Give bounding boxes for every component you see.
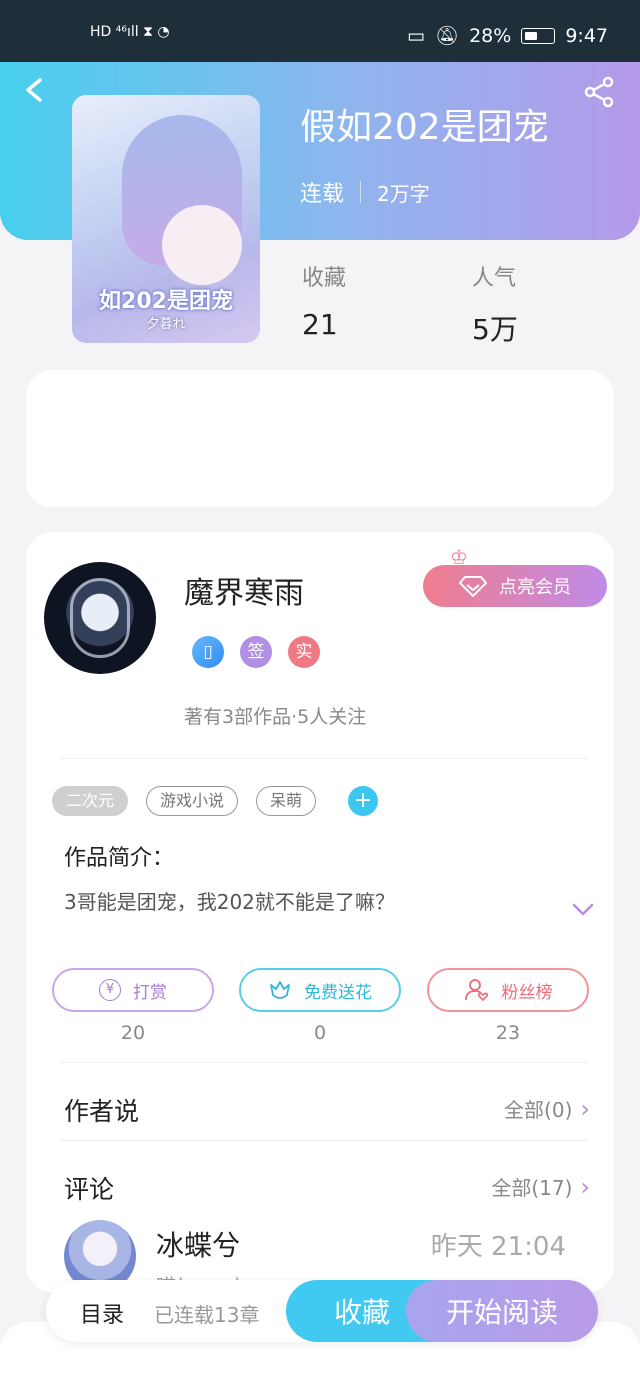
comment-time: 昨天 21:04 bbox=[430, 1232, 566, 1262]
status-left-indicators: HD ⁴⁶ıll ⧗ ◔ bbox=[90, 24, 170, 40]
chevron-right-icon: › bbox=[580, 1094, 590, 1123]
fan-user-icon bbox=[464, 979, 488, 1002]
word-count: 2万字 bbox=[377, 181, 430, 206]
comments-more-label: 全部(17) bbox=[491, 1176, 573, 1200]
tag-item[interactable]: 二次元 bbox=[52, 786, 129, 816]
comments-more[interactable]: 全部(17) › bbox=[491, 1172, 590, 1201]
chevron-down-icon[interactable] bbox=[570, 896, 596, 922]
intro-text: 3哥能是团宠，我202就不能是了嘛？ bbox=[64, 890, 395, 914]
blank-card bbox=[26, 370, 614, 507]
author-name[interactable]: 魔界寒雨 bbox=[184, 568, 304, 612]
meta-divider bbox=[360, 181, 362, 203]
divider bbox=[60, 1062, 588, 1063]
author-says-more-label: 全部(0) bbox=[504, 1098, 573, 1122]
diamond-icon bbox=[459, 576, 487, 597]
stat-value: 5万 bbox=[472, 313, 518, 346]
status-bar: HD ⁴⁶ıll ⧗ ◔ ▭ 🔕︎ 28% 9:47 bbox=[0, 0, 640, 62]
book-meta: 连载 2万字 bbox=[300, 176, 430, 208]
favorite-label: 收藏 bbox=[333, 1296, 390, 1329]
flower-count: 0 bbox=[313, 1022, 327, 1044]
stat-popularity: 人气 5万 bbox=[472, 260, 518, 348]
start-reading-button[interactable]: 开始阅读 bbox=[406, 1280, 598, 1342]
chevron-down-icon-svg bbox=[572, 903, 594, 916]
tag-item[interactable]: 呆萌 bbox=[256, 786, 317, 816]
book-cover[interactable]: 如202是团宠 夕暮れ bbox=[72, 95, 260, 343]
cover-illustration-face bbox=[162, 205, 242, 285]
catalog-button[interactable]: 目录 bbox=[80, 1297, 124, 1329]
reward-count: 20 bbox=[120, 1022, 146, 1044]
yen-icon: ¥ bbox=[99, 979, 121, 1001]
network-indicators: HD ⁴⁶ıll ⧗ ◔ bbox=[90, 24, 170, 40]
mute-icon: 🔕︎ bbox=[434, 25, 460, 47]
clock: 9:47 bbox=[565, 24, 608, 47]
chevron-right-icon: › bbox=[580, 1172, 590, 1201]
add-tag-icon[interactable]: + bbox=[348, 786, 379, 816]
back-chevron-icon[interactable] bbox=[20, 72, 50, 108]
fan-ranking-button[interactable]: 粉丝榜 bbox=[427, 968, 589, 1012]
cover-title: 如202是团宠 bbox=[99, 289, 233, 314]
tag-item[interactable]: 游戏小说 bbox=[146, 786, 239, 816]
real-name-icon: 实 bbox=[288, 636, 320, 668]
send-flower-button[interactable]: 免费送花 bbox=[239, 968, 401, 1012]
phone-verified-icon: ▯ bbox=[192, 636, 224, 668]
vip-label: 点亮会员 bbox=[499, 577, 571, 598]
stat-label: 人气 bbox=[472, 266, 517, 291]
no-sim-icon: ▭ bbox=[407, 24, 425, 47]
avatar-illustration bbox=[70, 578, 130, 658]
cover-author: 夕暮れ bbox=[146, 317, 186, 332]
status-right-indicators: ▭ 🔕︎ 28% 9:47 bbox=[407, 24, 608, 48]
divider bbox=[60, 1140, 588, 1141]
stat-value: 21 bbox=[302, 308, 338, 341]
signed-author-icon: 签 bbox=[240, 636, 272, 668]
divider bbox=[60, 758, 588, 759]
reward-label: 打赏 bbox=[133, 982, 167, 1003]
share-icon[interactable] bbox=[582, 74, 618, 110]
author-badges: ▯ 签 实 bbox=[192, 636, 320, 668]
reward-button[interactable]: ¥ 打赏 bbox=[52, 968, 214, 1012]
fan-count: 23 bbox=[495, 1022, 521, 1044]
flower-icon bbox=[270, 981, 290, 999]
intro-title: 作品简介： bbox=[64, 846, 175, 871]
author-says-more[interactable]: 全部(0) › bbox=[504, 1094, 590, 1123]
author-avatar[interactable] bbox=[44, 562, 156, 674]
comments-title: 评论 bbox=[64, 1175, 115, 1204]
commenter-name[interactable]: 冰蝶兮 bbox=[156, 1224, 240, 1264]
share-icon-svg bbox=[584, 76, 614, 108]
battery-icon bbox=[521, 27, 556, 44]
chapter-progress: 已连载13章 bbox=[154, 1303, 260, 1327]
fan-ranking-label: 粉丝榜 bbox=[501, 982, 553, 1003]
book-title: 假如202是团宠 bbox=[300, 107, 549, 148]
start-reading-label: 开始阅读 bbox=[445, 1296, 558, 1329]
back-chevron-icon-svg bbox=[26, 78, 42, 102]
tag-list: 二次元 游戏小说 呆萌 + bbox=[52, 786, 379, 816]
send-flower-label: 免费送花 bbox=[304, 982, 372, 1003]
author-summary: 著有3部作品·5人关注 bbox=[184, 706, 367, 728]
book-status: 连载 bbox=[300, 182, 345, 207]
battery-percent: 28% bbox=[469, 24, 512, 47]
vip-button[interactable]: 点亮会员 bbox=[423, 565, 607, 607]
author-says-title: 作者说 bbox=[64, 1097, 140, 1126]
stat-favorites: 收藏 21 bbox=[302, 260, 346, 341]
stat-label: 收藏 bbox=[302, 266, 347, 291]
